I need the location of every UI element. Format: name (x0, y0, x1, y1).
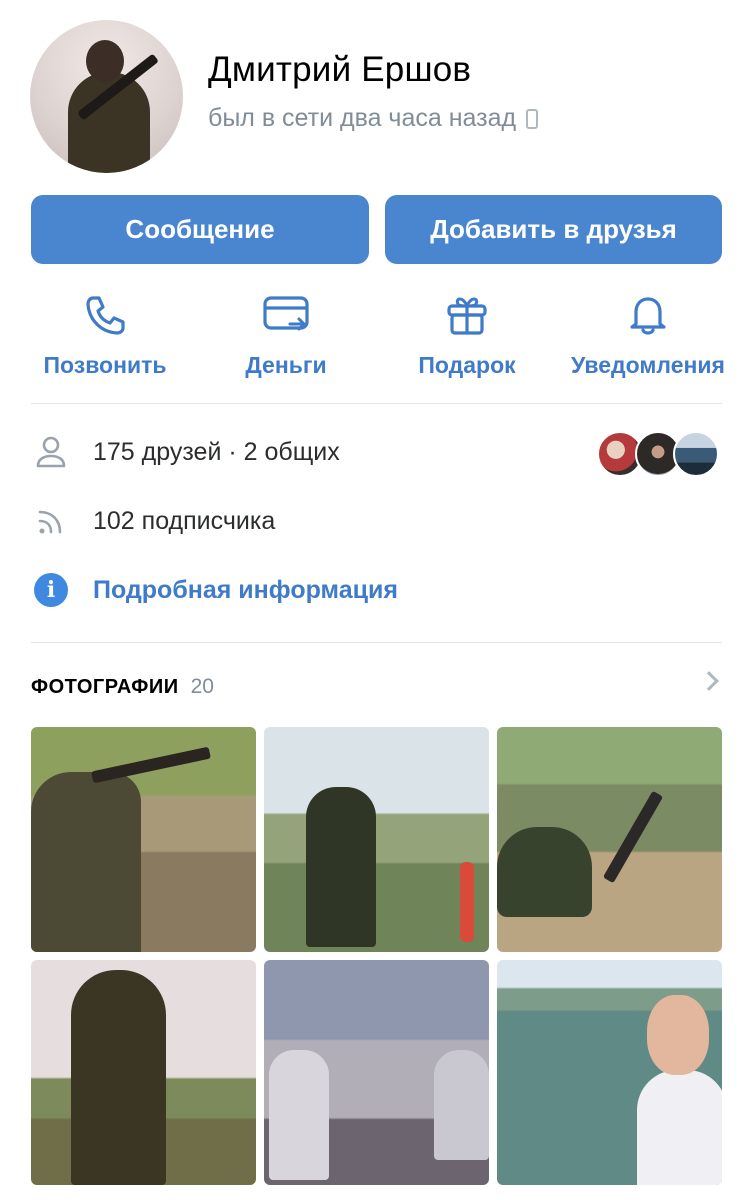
notifications-action-label: Уведомления (571, 352, 725, 378)
phone-icon (86, 296, 125, 335)
photo-rifle (91, 746, 211, 784)
photo-post (460, 862, 474, 942)
photo-thumbnail[interactable] (31, 960, 256, 1185)
chevron-right-icon[interactable] (699, 671, 719, 691)
photos-count: 20 (190, 675, 214, 698)
action-bar: Позвонить Деньги Подарок Уведомления (0, 290, 753, 385)
photo-person-shirt (637, 1070, 722, 1185)
details-row[interactable]: i Подробная информация (31, 570, 722, 610)
details-link[interactable]: Подробная информация (93, 576, 398, 605)
profile-header: Дмитрий Ершов был в сети два часа назад (30, 20, 730, 175)
photo-person (434, 1050, 489, 1160)
mobile-phone-icon (526, 108, 539, 129)
user-icon (31, 432, 71, 472)
money-action[interactable]: Деньги (186, 290, 386, 379)
profile-name: Дмитрий Ершов (208, 50, 472, 89)
money-action-label: Деньги (245, 352, 327, 378)
photo-rifle (602, 790, 664, 884)
call-action[interactable]: Позвонить (5, 290, 205, 379)
gift-action-label: Подарок (418, 352, 516, 378)
photo-thumbnail[interactable] (31, 727, 256, 952)
photo-thumbnail[interactable] (497, 960, 722, 1185)
info-icon: i (31, 570, 71, 610)
friends-count: 175 друзей · 2 общих (93, 437, 340, 466)
online-status: был в сети два часа назад (208, 104, 539, 133)
photo-person (71, 970, 166, 1185)
photo-person (306, 787, 376, 947)
call-action-label: Позвонить (43, 352, 167, 378)
divider (31, 403, 722, 404)
photo-person (269, 1050, 329, 1180)
bell-icon (630, 297, 666, 335)
photo-thumbnail[interactable] (264, 727, 489, 952)
money-card-icon (263, 296, 309, 331)
photo-thumbnail[interactable] (264, 960, 489, 1185)
photo-person (31, 772, 141, 952)
online-status-text: был в сети два часа назад (208, 104, 517, 132)
photo-person (497, 827, 592, 917)
followers-icon (31, 501, 71, 541)
gift-icon (447, 297, 487, 335)
mutual-friends-avatars[interactable] (597, 431, 722, 477)
followers-count: 102 подписчика (93, 506, 276, 535)
message-button[interactable]: Сообщение (31, 195, 369, 264)
photos-header[interactable]: ФОТОГРАФИИ 20 (31, 671, 722, 702)
profile-avatar[interactable] (30, 20, 183, 173)
photos-title: ФОТОГРАФИИ (31, 675, 179, 698)
gift-action[interactable]: Подарок (367, 290, 567, 379)
photo-person-face (647, 995, 709, 1075)
notifications-action[interactable]: Уведомления (548, 290, 748, 379)
avatar-figure-head (86, 40, 124, 82)
avatar (673, 431, 719, 477)
photo-thumbnail[interactable] (497, 727, 722, 952)
add-friend-button[interactable]: Добавить в друзья (385, 195, 722, 264)
followers-row[interactable]: 102 подписчика (31, 501, 722, 541)
divider (31, 642, 722, 643)
